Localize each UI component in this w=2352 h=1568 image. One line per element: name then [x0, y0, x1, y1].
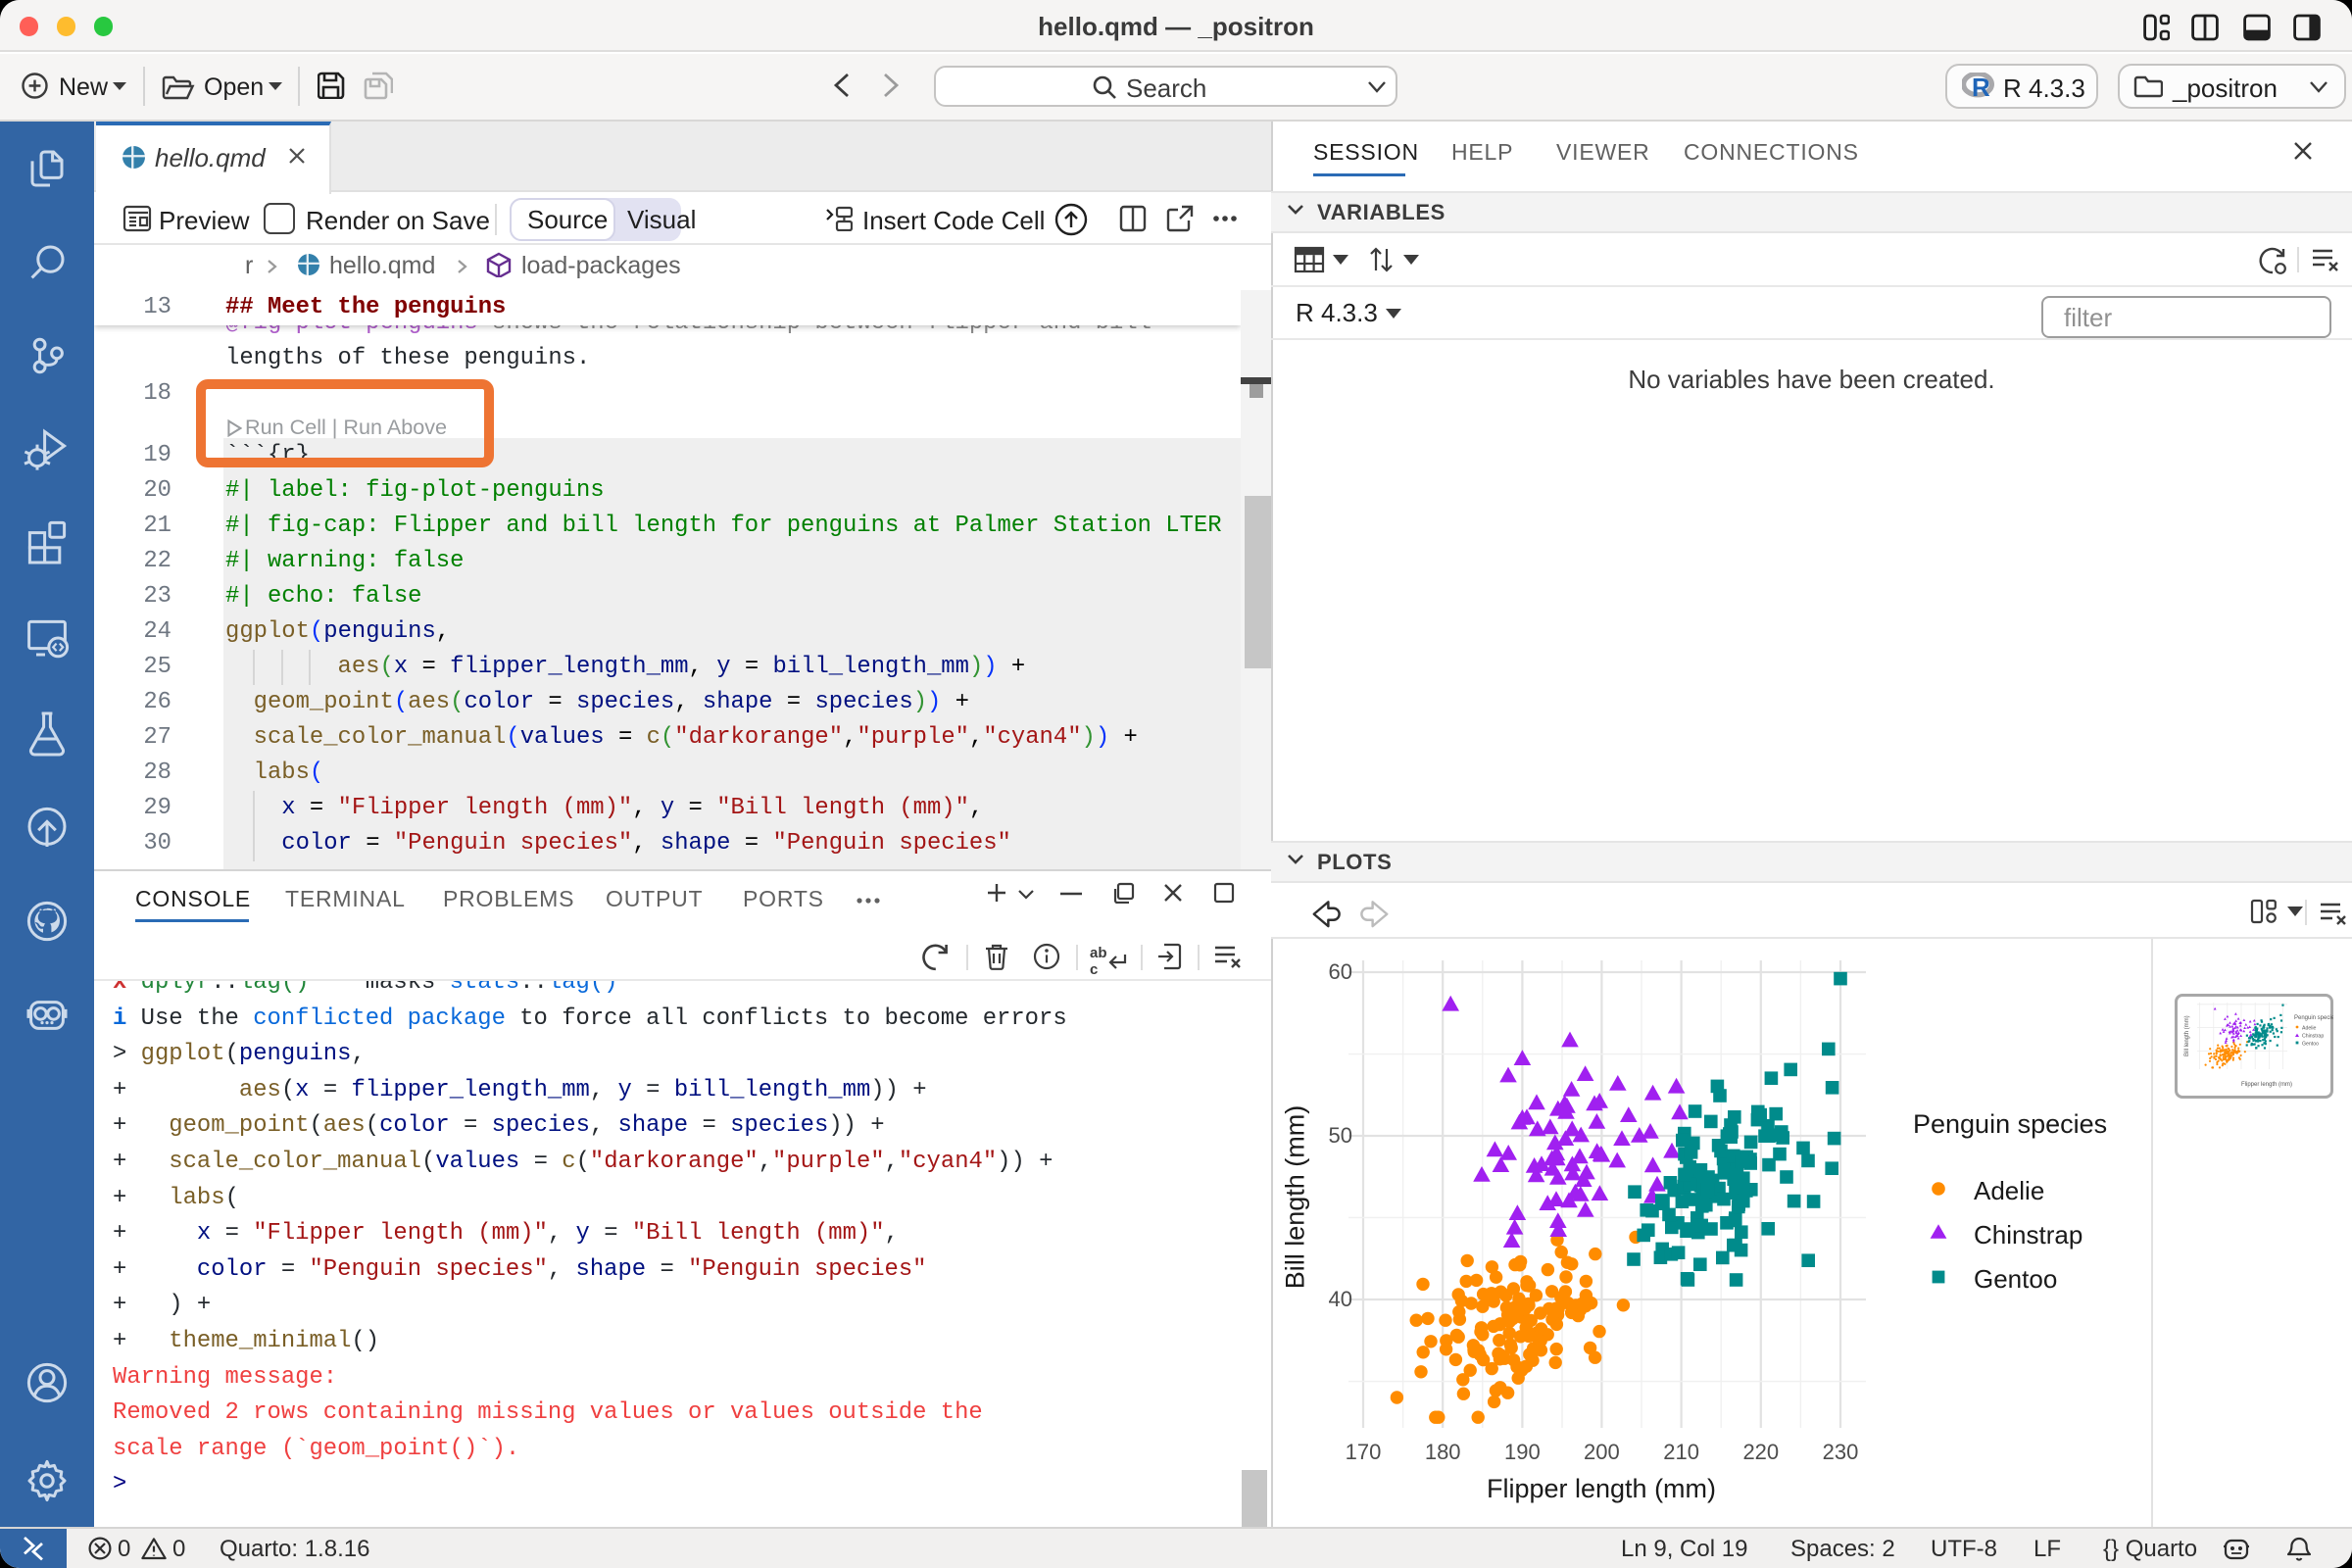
svg-text:Adelie: Adelie — [2302, 1025, 2317, 1031]
svg-text:Gentoo: Gentoo — [2302, 1041, 2319, 1047]
svg-text:Bill length (mm): Bill length (mm) — [2184, 1015, 2190, 1056]
svg-text:Chinstrap: Chinstrap — [2302, 1033, 2324, 1039]
svg-text:Flipper length (mm): Flipper length (mm) — [2241, 1082, 2292, 1088]
svg-text:Penguin species: Penguin species — [2294, 1015, 2333, 1021]
